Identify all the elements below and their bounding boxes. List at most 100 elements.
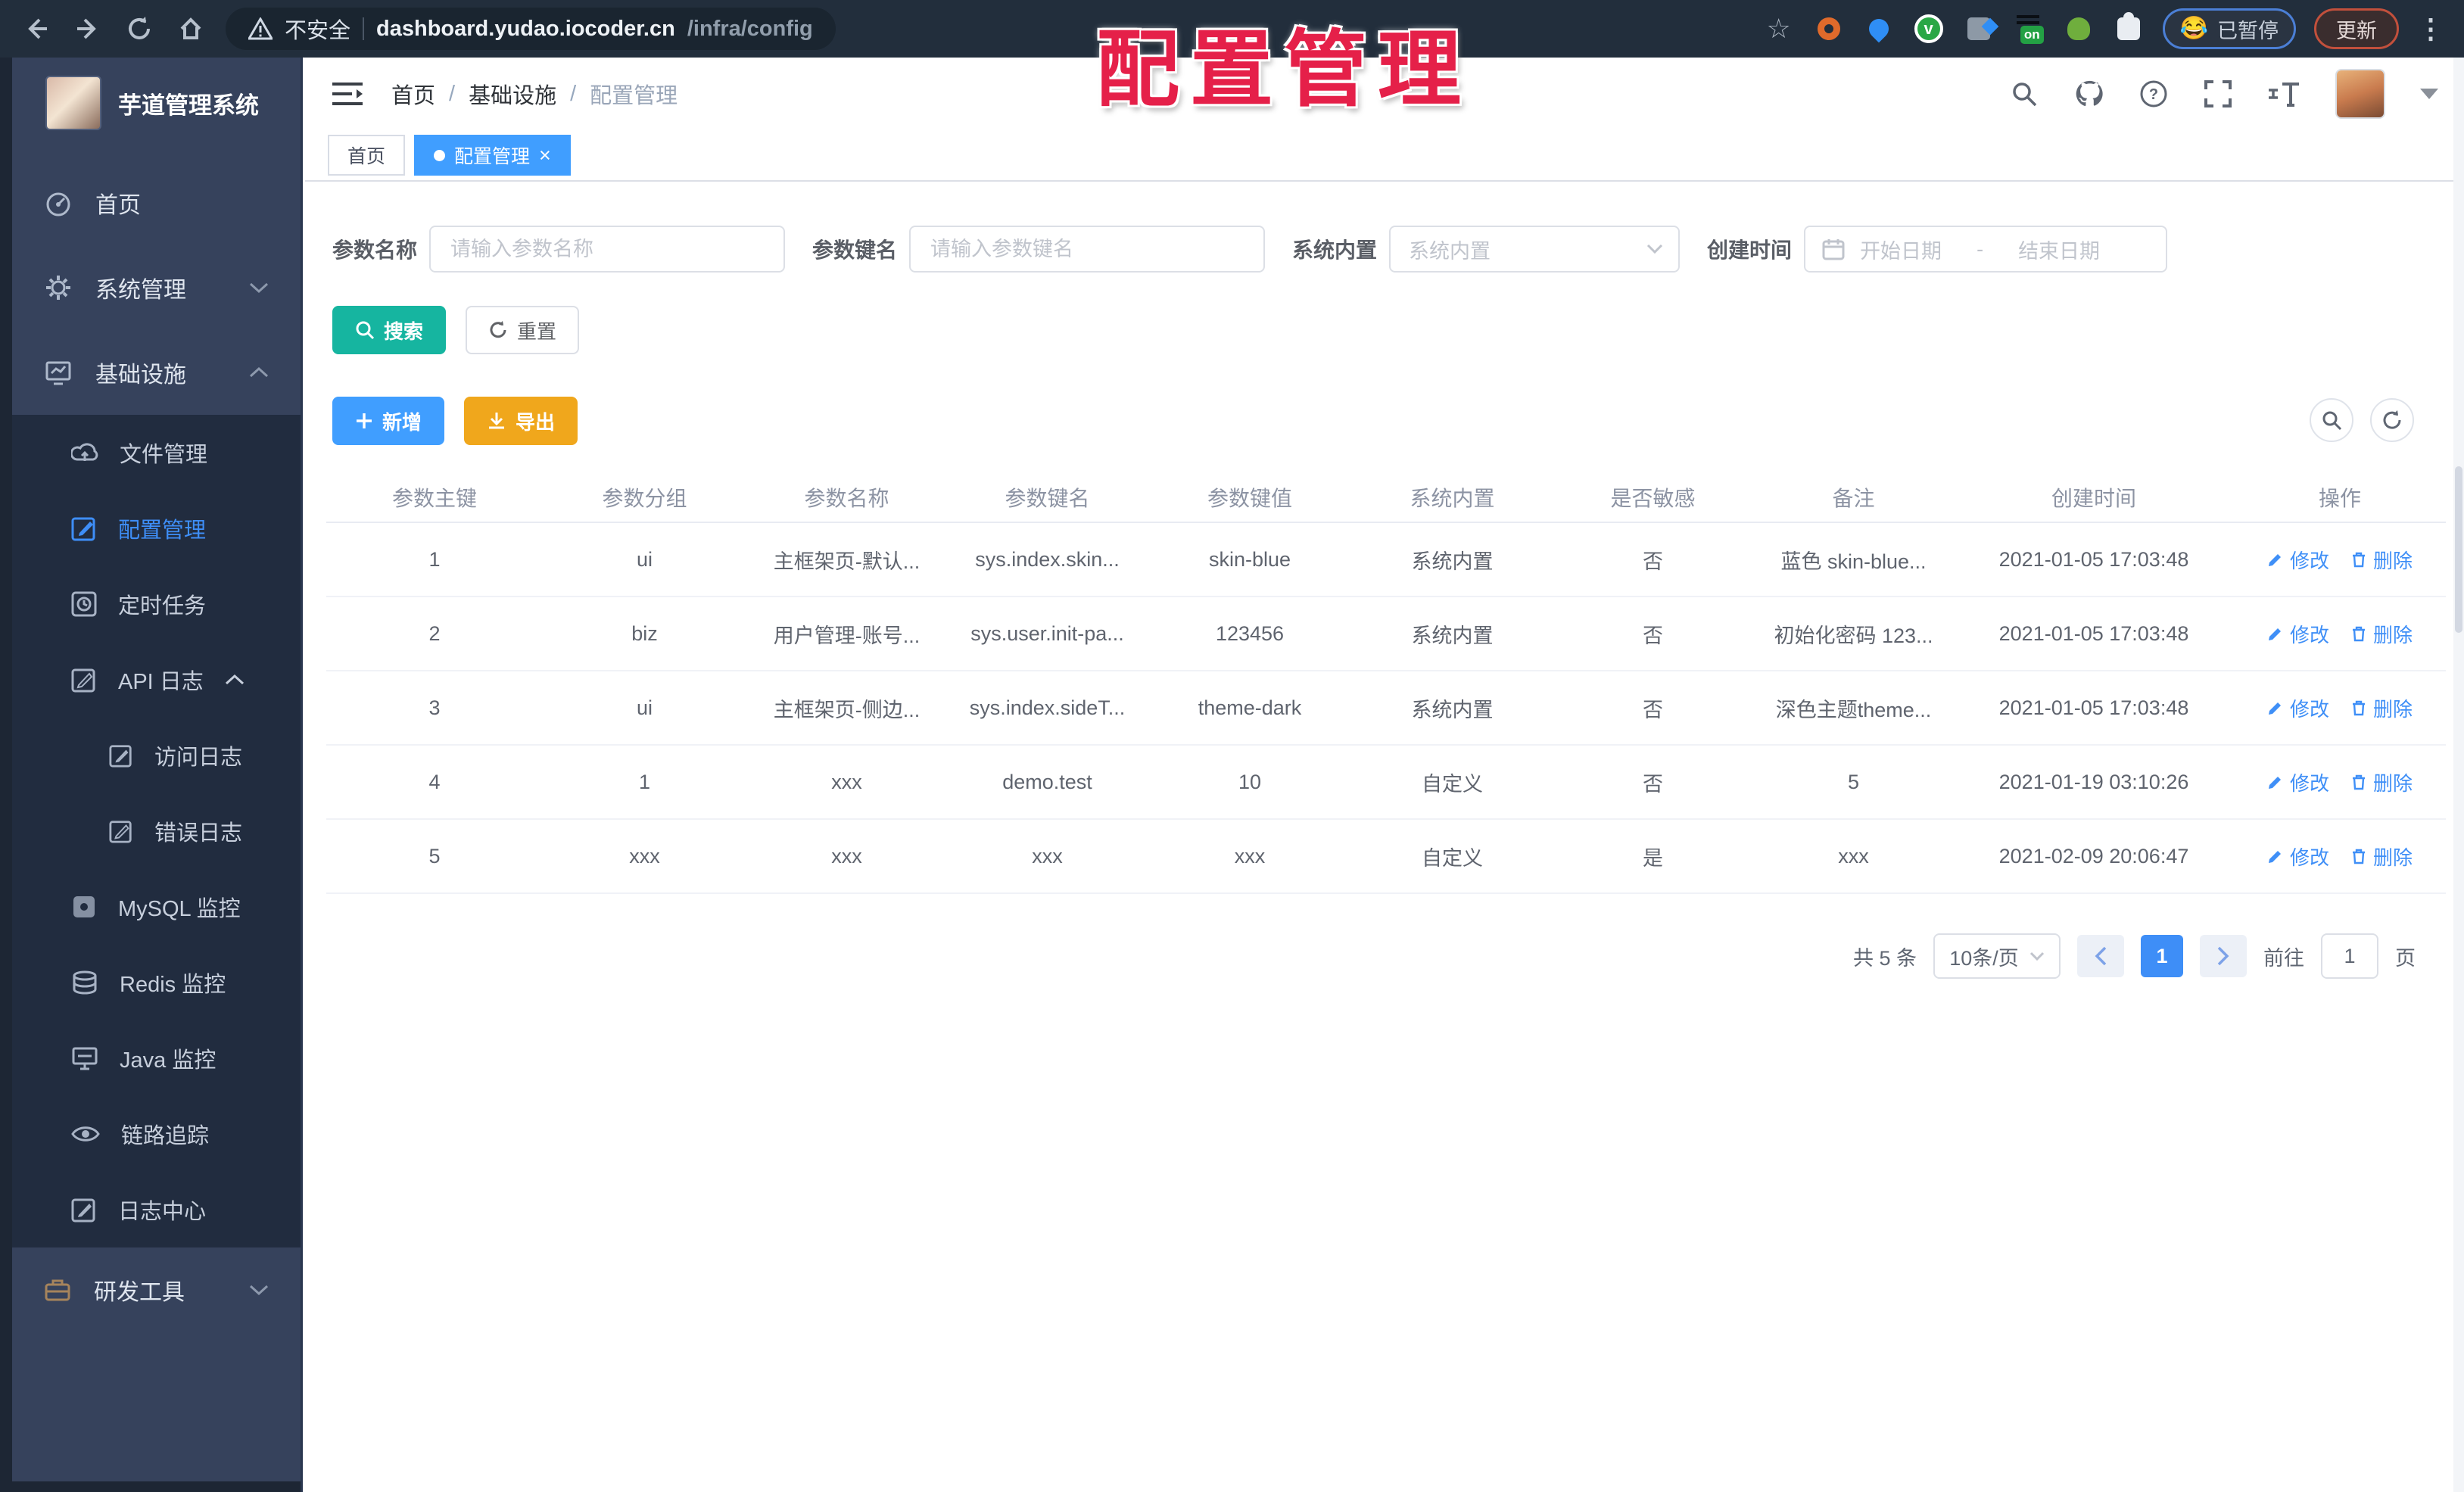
toggle-search-button[interactable]	[2310, 398, 2353, 442]
extension-green-check-icon[interactable]: v	[1913, 13, 1945, 45]
chevron-down-icon	[2029, 952, 2045, 961]
extension-grammar-icon[interactable]	[2063, 13, 2095, 45]
system-builtin-select[interactable]: 系统内置	[1389, 226, 1681, 273]
col-actions: 操作	[2234, 472, 2446, 523]
edit-square-icon	[71, 516, 97, 541]
col-param-key: 参数键名	[947, 472, 1148, 523]
search-button[interactable]: 搜索	[332, 306, 447, 354]
date-start-placeholder: 开始日期	[1860, 239, 1942, 263]
sidebar-item-redis-monitor[interactable]: Redis 监控	[12, 945, 301, 1020]
chevron-up-icon	[225, 674, 245, 686]
paused-label: 已暂停	[2217, 19, 2279, 42]
param-name-input[interactable]	[429, 226, 786, 273]
scrollbar-thumb[interactable]	[2455, 466, 2462, 633]
fullscreen-icon[interactable]	[2204, 79, 2232, 108]
breadcrumb: 首页 / 基础设施 / 配置管理	[391, 78, 678, 110]
window-edge	[0, 58, 12, 1492]
extension-on-badge-icon[interactable]: on	[2013, 13, 2045, 45]
sidebar-item-mysql-monitor[interactable]: MySQL 监控	[12, 869, 301, 945]
dashboard-icon	[44, 188, 73, 217]
pagination: 共 5 条 10条/页 1 前往 页	[305, 933, 2416, 979]
delete-link[interactable]: 删除	[2350, 546, 2413, 574]
col-sensitive: 是否敏感	[1553, 472, 1753, 523]
paused-extension-pill[interactable]: 😂 已暂停	[2162, 8, 2296, 49]
tab-config-management[interactable]: 配置管理 ×	[414, 135, 571, 176]
browser-forward-icon[interactable]	[71, 12, 104, 45]
delete-link[interactable]: 删除	[2350, 620, 2413, 648]
scrollbar-track[interactable]	[2453, 58, 2464, 1492]
access-log-icon	[109, 743, 133, 768]
add-button[interactable]: 新增	[332, 397, 445, 445]
extension-pin-icon[interactable]	[1863, 13, 1895, 45]
font-size-icon[interactable]	[2267, 79, 2300, 108]
col-create-time: 创建时间	[1954, 472, 2234, 523]
calendar-icon	[1822, 238, 1845, 260]
delete-link[interactable]: 删除	[2350, 768, 2413, 796]
breadcrumb-home[interactable]: 首页	[391, 78, 435, 110]
sidebar-item-error-log[interactable]: 错误日志	[12, 793, 301, 869]
page-number-button[interactable]: 1	[2141, 935, 2183, 977]
refresh-table-button[interactable]	[2370, 398, 2414, 442]
collapse-sidebar-icon[interactable]	[331, 80, 364, 107]
tab-home[interactable]: 首页	[328, 135, 406, 176]
export-button[interactable]: 导出	[464, 397, 578, 445]
table-header-row: 参数主键 参数分组 参数名称 参数键名 参数键值 系统内置 是否敏感 备注 创建…	[326, 472, 2446, 523]
browser-home-icon[interactable]	[174, 12, 207, 45]
breadcrumb-group[interactable]: 基础设施	[469, 78, 556, 110]
main-content: 首页 / 基础设施 / 配置管理 ? 首页 配置管理 × 参数名称 请输入参数名…	[305, 58, 2464, 1492]
sidebar-item-file-management[interactable]: 文件管理	[12, 415, 301, 491]
url-path: /infra/config	[687, 16, 813, 41]
browser-back-icon[interactable]	[20, 12, 53, 45]
sidebar-item-dev-tools[interactable]: 研发工具	[12, 1247, 301, 1332]
sidebar-bottom-strip	[12, 1481, 301, 1492]
reset-button[interactable]: 重置	[466, 306, 580, 354]
edit-link[interactable]: 修改	[2267, 620, 2329, 648]
close-tab-icon[interactable]: ×	[539, 145, 551, 166]
sidebar-item-log-center[interactable]: 日志中心	[12, 1172, 301, 1247]
sidebar-item-infrastructure[interactable]: 基础设施	[12, 330, 301, 415]
app-title: 芋道管理系统	[118, 92, 259, 119]
delete-link[interactable]: 删除	[2350, 843, 2413, 871]
goto-label: 前往	[2263, 946, 2304, 970]
search-icon[interactable]	[2010, 79, 2039, 108]
github-icon[interactable]	[2073, 79, 2104, 109]
help-icon[interactable]: ?	[2138, 79, 2169, 109]
avatar[interactable]	[2335, 69, 2385, 119]
edit-link[interactable]: 修改	[2267, 768, 2329, 796]
sidebar-item-home[interactable]: 首页	[12, 160, 301, 245]
next-page-button[interactable]	[2200, 935, 2247, 977]
sidebar-logo[interactable]: 芋道管理系统	[12, 58, 301, 133]
extensions-menu-icon[interactable]	[2113, 12, 2145, 45]
sidebar-item-java-monitor[interactable]: Java 监控	[12, 1020, 301, 1096]
goto-page-input[interactable]	[2321, 933, 2378, 979]
cloud-upload-icon	[71, 441, 98, 464]
extension-orange-icon[interactable]	[1813, 13, 1845, 45]
extension-puzzle-icon[interactable]	[1963, 13, 1995, 45]
page-size-select[interactable]: 10条/页	[1933, 933, 2061, 979]
sidebar-item-access-log[interactable]: 访问日志	[12, 718, 301, 793]
address-bar[interactable]: 不安全 dashboard.yudao.iocoder.cn/infra/con…	[226, 8, 836, 50]
svg-text:?: ?	[2149, 86, 2158, 103]
edit-link[interactable]: 修改	[2267, 843, 2329, 871]
sidebar-item-tracing[interactable]: 链路追踪	[12, 1096, 301, 1172]
edit-link[interactable]: 修改	[2267, 546, 2329, 574]
browser-reload-icon[interactable]	[123, 12, 156, 45]
download-icon	[487, 411, 506, 431]
sidebar-item-config-management[interactable]: 配置管理	[12, 491, 301, 566]
sidebar-item-api-log[interactable]: API 日志	[12, 642, 301, 718]
param-key-input[interactable]	[909, 226, 1266, 273]
bookmark-star-icon[interactable]: ☆	[1763, 13, 1795, 45]
browser-menu-icon[interactable]: ⋮	[2417, 13, 2444, 45]
logo-image	[45, 76, 101, 130]
security-warning-icon	[248, 17, 273, 40]
sidebar-item-system[interactable]: 系统管理	[12, 245, 301, 330]
config-table: 参数主键 参数分组 参数名称 参数键名 参数键值 系统内置 是否敏感 备注 创建…	[326, 472, 2446, 894]
prev-page-button[interactable]	[2077, 935, 2124, 977]
date-range-picker[interactable]: 开始日期 - 结束日期	[1804, 226, 2168, 273]
user-menu-caret-icon[interactable]	[2420, 89, 2438, 99]
sidebar-item-cron-jobs[interactable]: 定时任务	[12, 566, 301, 642]
edit-link[interactable]: 修改	[2267, 694, 2329, 722]
java-monitor-icon	[71, 1045, 98, 1071]
delete-link[interactable]: 删除	[2350, 694, 2413, 722]
browser-update-button[interactable]: 更新	[2314, 8, 2399, 49]
